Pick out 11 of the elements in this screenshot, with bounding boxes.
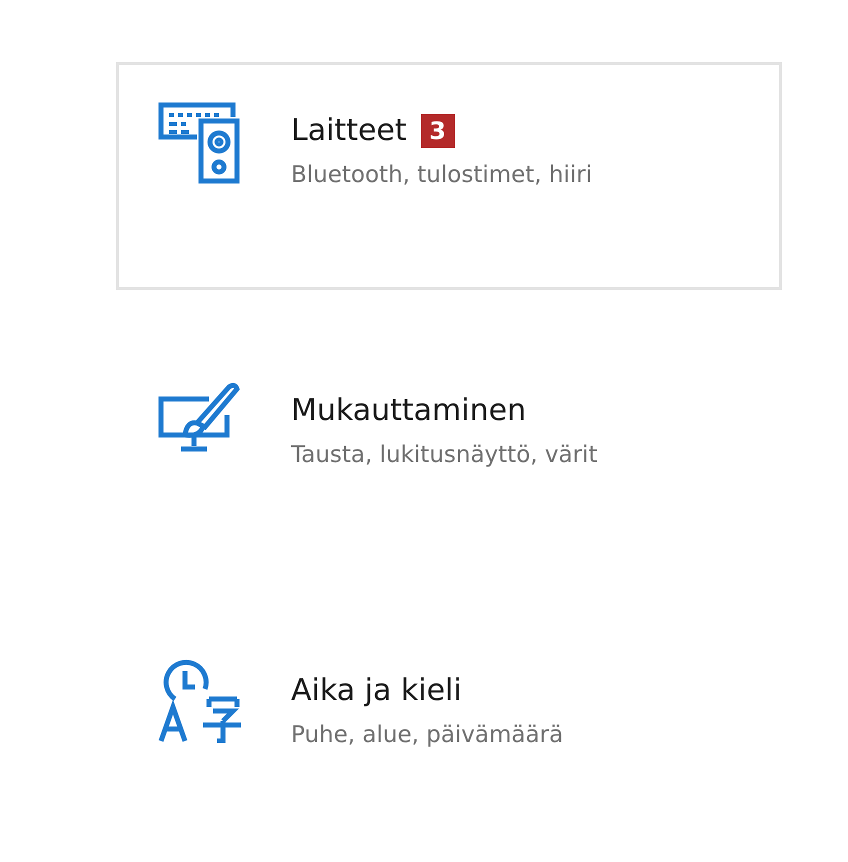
step-badge: 3 — [420, 114, 455, 148]
category-description: Bluetooth, tulostimet, hiiri — [291, 162, 592, 188]
category-tile[interactable]: Aika ja kieli Puhe, alue, päivämäärä — [116, 622, 782, 850]
category-tile[interactable]: Laitteet 3 Bluetooth, tulostimet, hiiri — [116, 62, 782, 290]
category-title: Laitteet — [291, 113, 407, 148]
category-title: Aika ja kieli — [291, 673, 462, 708]
category-description: Puhe, alue, päivämäärä — [291, 722, 564, 748]
category-tile[interactable]: Mukauttaminen Tausta, lukitusnäyttö, värit — [116, 342, 782, 570]
category-description: Tausta, lukitusnäyttö, värit — [291, 442, 598, 468]
category-title: Mukauttaminen — [291, 393, 526, 428]
clock-language-icon — [157, 659, 241, 743]
